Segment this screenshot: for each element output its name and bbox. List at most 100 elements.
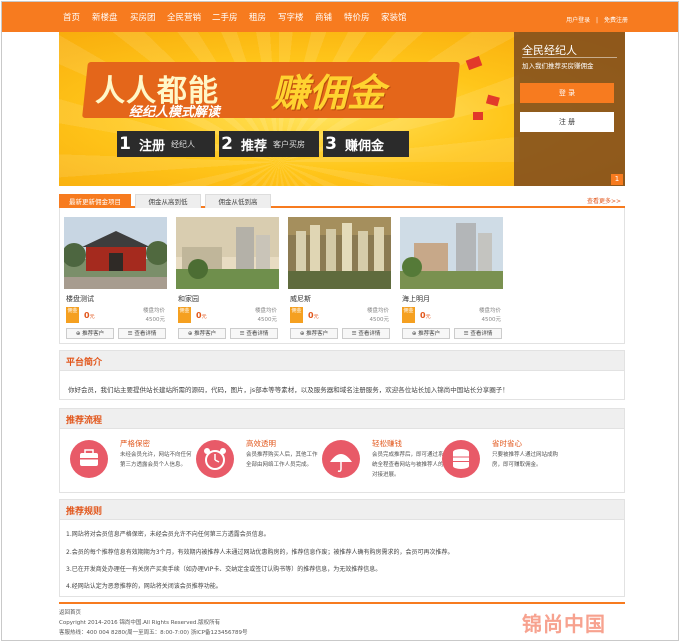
listing-name[interactable]: 楼盘测试 [66, 294, 94, 304]
avg-price-value: 4500元 [369, 317, 390, 323]
headline-sub: 经纪人模式解读 [129, 105, 221, 120]
login-link[interactable]: 用户登录 [566, 17, 590, 24]
tab-high-to-low[interactable]: 佣金从高到低 [135, 194, 201, 208]
nav-new-homes[interactable]: 新楼盘 [92, 11, 118, 23]
process-step-desc: 会员推荐购买人后，其他工作全部由网络工作人员完成。 [246, 452, 318, 468]
commission-badge: 佣金 [66, 307, 79, 323]
listing-card[interactable]: 和家园 佣金 0元 楼盘均价 4500元 ⊕ 推荐客户 ☰ 查看详情 [176, 214, 281, 342]
view-detail-button[interactable]: ☰ 查看详情 [342, 328, 390, 339]
agent-register-button[interactable]: 注 册 [520, 112, 614, 132]
recommend-client-button[interactable]: ⊕ 推荐客户 [402, 328, 450, 339]
nav-home[interactable]: 首页 [63, 11, 80, 23]
avg-price-label: 楼盘均价 [142, 308, 165, 314]
step-title: 推荐 [241, 139, 268, 154]
footer-copyright: Copyright 2014-2016 锦尚中国.All Rights Rese… [59, 620, 221, 626]
listing-name[interactable]: 和家园 [178, 294, 199, 304]
section-title: 推荐规则 [66, 507, 103, 517]
avg-price-label: 楼盘均价 [478, 308, 501, 314]
avg-price-value: 4500元 [257, 317, 278, 323]
process-step-title: 严格保密 [120, 439, 150, 448]
process-section: 推荐流程 严格保密 未经会员允许，网站不向任何第三方透露会员个人信息。 高效透明… [59, 408, 625, 493]
platform-intro-section: 平台简介 你好会员，我们站主要提供站长建站所需的源码，代码，图片，js部本等等素… [59, 350, 625, 400]
step-num: 2 [221, 134, 233, 154]
step-num: 3 [325, 134, 337, 154]
tab-latest[interactable]: 最新更新佣金项目 [59, 194, 131, 208]
commission-badge: 佣金 [290, 307, 303, 323]
process-step-title: 省时省心 [492, 439, 522, 448]
red-envelope-icon [465, 55, 500, 120]
agent-panel-title: 全民经纪人 [522, 44, 577, 57]
listing-card[interactable]: 威尼斯 佣金 0元 楼盘均价 4500元 ⊕ 推荐客户 ☰ 查看详情 [288, 214, 393, 342]
avg-price-label: 楼盘均价 [366, 308, 389, 314]
commission-value: 0元 [420, 311, 431, 320]
listing-image[interactable] [176, 217, 279, 289]
view-detail-button[interactable]: ☰ 查看详情 [118, 328, 166, 339]
footer-home-link[interactable]: 返回首页 [59, 608, 81, 616]
listing-card[interactable]: 海上明月 佣金 0元 楼盘均价 4500元 ⊕ 推荐客户 ☰ 查看详情 [400, 214, 505, 342]
divider [522, 57, 617, 58]
rule-item: 1.网站将对会员信息严格保密，未经会员允许不向任何第三方透露会员信息。 [66, 531, 270, 538]
agent-login-button[interactable]: 登 录 [520, 83, 614, 103]
nav-office[interactable]: 写字楼 [278, 11, 304, 23]
headline-b: 赚佣金 [271, 71, 386, 115]
divider: | [596, 17, 599, 24]
commission-value: 0元 [308, 311, 319, 320]
listing-image[interactable] [64, 217, 167, 289]
process-step-desc: 只要被推荐人通过网站成购房，即可赚取佣金。 [492, 452, 559, 468]
rules-section: 推荐规则 1.网站将对会员信息严格保密，未经会员允许不向任何第三方透露会员信息。… [59, 499, 625, 597]
listing-image[interactable] [400, 217, 503, 289]
listing-image[interactable] [288, 217, 391, 289]
nav-buy-group[interactable]: 买房团 [130, 11, 156, 23]
umbrella-icon [322, 440, 360, 478]
agent-panel: 全民经纪人 加入我们推荐买房赚佣金 [514, 32, 625, 186]
step-recommend: 2 推荐 客户买房 [219, 131, 319, 157]
coins-icon [442, 440, 480, 478]
listing-name[interactable]: 海上明月 [402, 294, 430, 304]
nav-second-hand[interactable]: 二手房 [212, 11, 238, 23]
recommend-client-button[interactable]: ⊕ 推荐客户 [178, 328, 226, 339]
view-detail-button[interactable]: ☰ 查看详情 [230, 328, 278, 339]
view-detail-button[interactable]: ☰ 查看详情 [454, 328, 502, 339]
nav-marketing[interactable]: 全民营销 [167, 11, 201, 23]
process-step-title: 轻松赚钱 [372, 439, 402, 448]
process-step-desc: 会员完成推荐后，即可通过系统全程查看网站与被推荐人的对接进展。 [372, 452, 444, 478]
process-step-title: 高效透明 [246, 439, 276, 448]
process-step: 省时省心 只要被推荐人通过网站成购房，即可赚取佣金。 [442, 436, 572, 488]
rule-item: 4.经网站认定为恶意推荐的，网站将关闭该会员推荐功能。 [66, 583, 222, 590]
nav-shops[interactable]: 商铺 [315, 11, 332, 23]
process-step: 轻松赚钱 会员完成推荐后，即可通过系统全程查看网站与被推荐人的对接进展。 [322, 436, 452, 488]
step-title: 注册 [139, 139, 166, 154]
commission-value: 0元 [196, 311, 207, 320]
listing-card[interactable]: 楼盘测试 佣金 0元 楼盘均价 4500元 ⊕ 推荐客户 ☰ 查看详情 [64, 214, 169, 342]
briefcase-icon [70, 440, 108, 478]
top-nav: 首页 新楼盘 买房团 全民营销 二手房 租房 写字楼 商铺 特价房 家装馆 用户… [2, 2, 678, 32]
avg-price-value: 4500元 [145, 317, 166, 323]
step-sub: 经纪人 [171, 140, 195, 149]
rule-item: 2.会员的每个推荐信息有效期期为3个月，有效期内被推荐人未通过网站优惠购房的，推… [66, 549, 454, 556]
agent-panel-subtitle: 加入我们推荐买房赚佣金 [522, 62, 594, 70]
register-link[interactable]: 免费注册 [604, 17, 628, 24]
listing-name[interactable]: 威尼斯 [290, 294, 311, 304]
nav-special[interactable]: 特价房 [344, 11, 370, 23]
banner-page-indicator[interactable]: 1 [611, 174, 623, 185]
avg-price-label: 楼盘均价 [254, 308, 277, 314]
view-more-link[interactable]: 查看更多>> [587, 196, 621, 205]
recommend-client-button[interactable]: ⊕ 推荐客户 [66, 328, 114, 339]
recommend-client-button[interactable]: ⊕ 推荐客户 [290, 328, 338, 339]
site-logo: 锦尚中国 [522, 612, 606, 636]
section-title: 平台简介 [66, 358, 103, 368]
section-title: 推荐流程 [66, 416, 103, 426]
page-frame: 首页 新楼盘 买房团 全民营销 二手房 租房 写字楼 商铺 特价房 家装馆 用户… [1, 1, 679, 641]
avg-price-value: 4500元 [481, 317, 502, 323]
commission-badge: 佣金 [402, 307, 415, 323]
nav-rent[interactable]: 租房 [249, 11, 266, 23]
step-sub: 客户买房 [273, 140, 305, 149]
step-title: 赚佣金 [345, 139, 385, 154]
step-num: 1 [119, 134, 131, 154]
section-header: 平台简介 [60, 351, 624, 371]
alarm-clock-icon [196, 440, 234, 478]
tab-low-to-high[interactable]: 佣金从低到高 [205, 194, 271, 208]
section-header: 推荐流程 [60, 409, 624, 429]
nav-decoration[interactable]: 家装馆 [381, 11, 407, 23]
listing-tabs: 最新更新佣金项目 佣金从高到低 佣金从低到高 查看更多>> [59, 193, 625, 208]
